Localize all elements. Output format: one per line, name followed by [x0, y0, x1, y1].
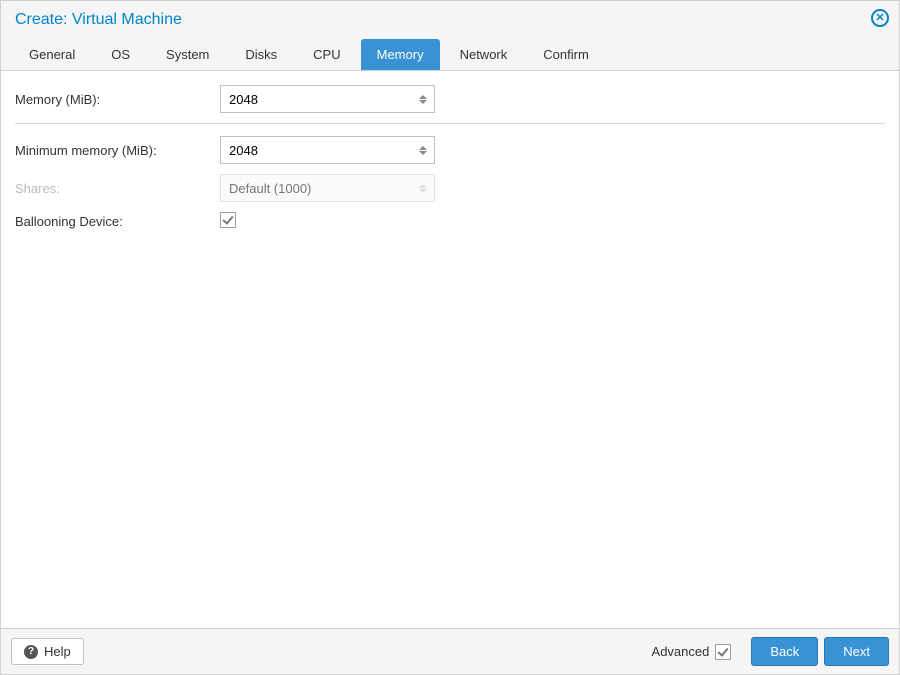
tab-bar: General OS System Disks CPU Memory Netwo… — [1, 35, 899, 70]
ballooning-checkbox[interactable] — [220, 212, 236, 228]
back-button[interactable]: Back — [751, 637, 818, 666]
row-min-memory: Minimum memory (MiB): — [15, 136, 885, 164]
shares-input-wrapper — [220, 174, 435, 202]
label-memory: Memory (MiB): — [15, 92, 220, 107]
shares-input — [221, 175, 434, 201]
tab-disks[interactable]: Disks — [229, 39, 293, 70]
memory-input[interactable] — [221, 86, 434, 112]
divider — [15, 123, 885, 124]
tab-confirm[interactable]: Confirm — [527, 39, 605, 70]
label-shares: Shares: — [15, 181, 220, 196]
chevron-down-icon — [419, 189, 427, 193]
dialog-body: Memory (MiB): Minimum memory (MiB): — [1, 71, 899, 628]
chevron-up-icon[interactable] — [419, 95, 427, 99]
min-memory-input[interactable] — [221, 137, 434, 163]
advanced-toggle[interactable]: Advanced — [652, 644, 732, 660]
tab-system[interactable]: System — [150, 39, 225, 70]
row-ballooning: Ballooning Device: — [15, 212, 885, 231]
memory-spinner[interactable] — [416, 86, 430, 112]
help-button-label: Help — [44, 644, 71, 659]
label-min-memory: Minimum memory (MiB): — [15, 143, 220, 158]
advanced-label: Advanced — [652, 644, 710, 659]
label-ballooning: Ballooning Device: — [15, 214, 220, 229]
chevron-down-icon[interactable] — [419, 100, 427, 104]
min-memory-input-wrapper — [220, 136, 435, 164]
tab-os[interactable]: OS — [95, 39, 146, 70]
help-button[interactable]: ? Help — [11, 638, 84, 665]
close-icon[interactable]: ✕ — [871, 9, 889, 27]
chevron-down-icon[interactable] — [419, 151, 427, 155]
dialog-header: Create: Virtual Machine ✕ General OS Sys… — [1, 1, 899, 71]
chevron-up-icon — [419, 184, 427, 188]
shares-spinner — [416, 175, 430, 201]
tab-memory[interactable]: Memory — [361, 39, 440, 70]
dialog-title: Create: Virtual Machine — [1, 1, 899, 35]
memory-input-wrapper — [220, 85, 435, 113]
next-button[interactable]: Next — [824, 637, 889, 666]
row-memory: Memory (MiB): — [15, 85, 885, 113]
tab-network[interactable]: Network — [444, 39, 524, 70]
chevron-up-icon[interactable] — [419, 146, 427, 150]
create-vm-dialog: Create: Virtual Machine ✕ General OS Sys… — [0, 0, 900, 675]
tab-general[interactable]: General — [13, 39, 91, 70]
tab-cpu[interactable]: CPU — [297, 39, 356, 70]
min-memory-spinner[interactable] — [416, 137, 430, 163]
help-icon: ? — [24, 645, 38, 659]
dialog-footer: ? Help Advanced Back Next — [1, 628, 899, 674]
advanced-checkbox[interactable] — [715, 644, 731, 660]
row-shares: Shares: — [15, 174, 885, 202]
